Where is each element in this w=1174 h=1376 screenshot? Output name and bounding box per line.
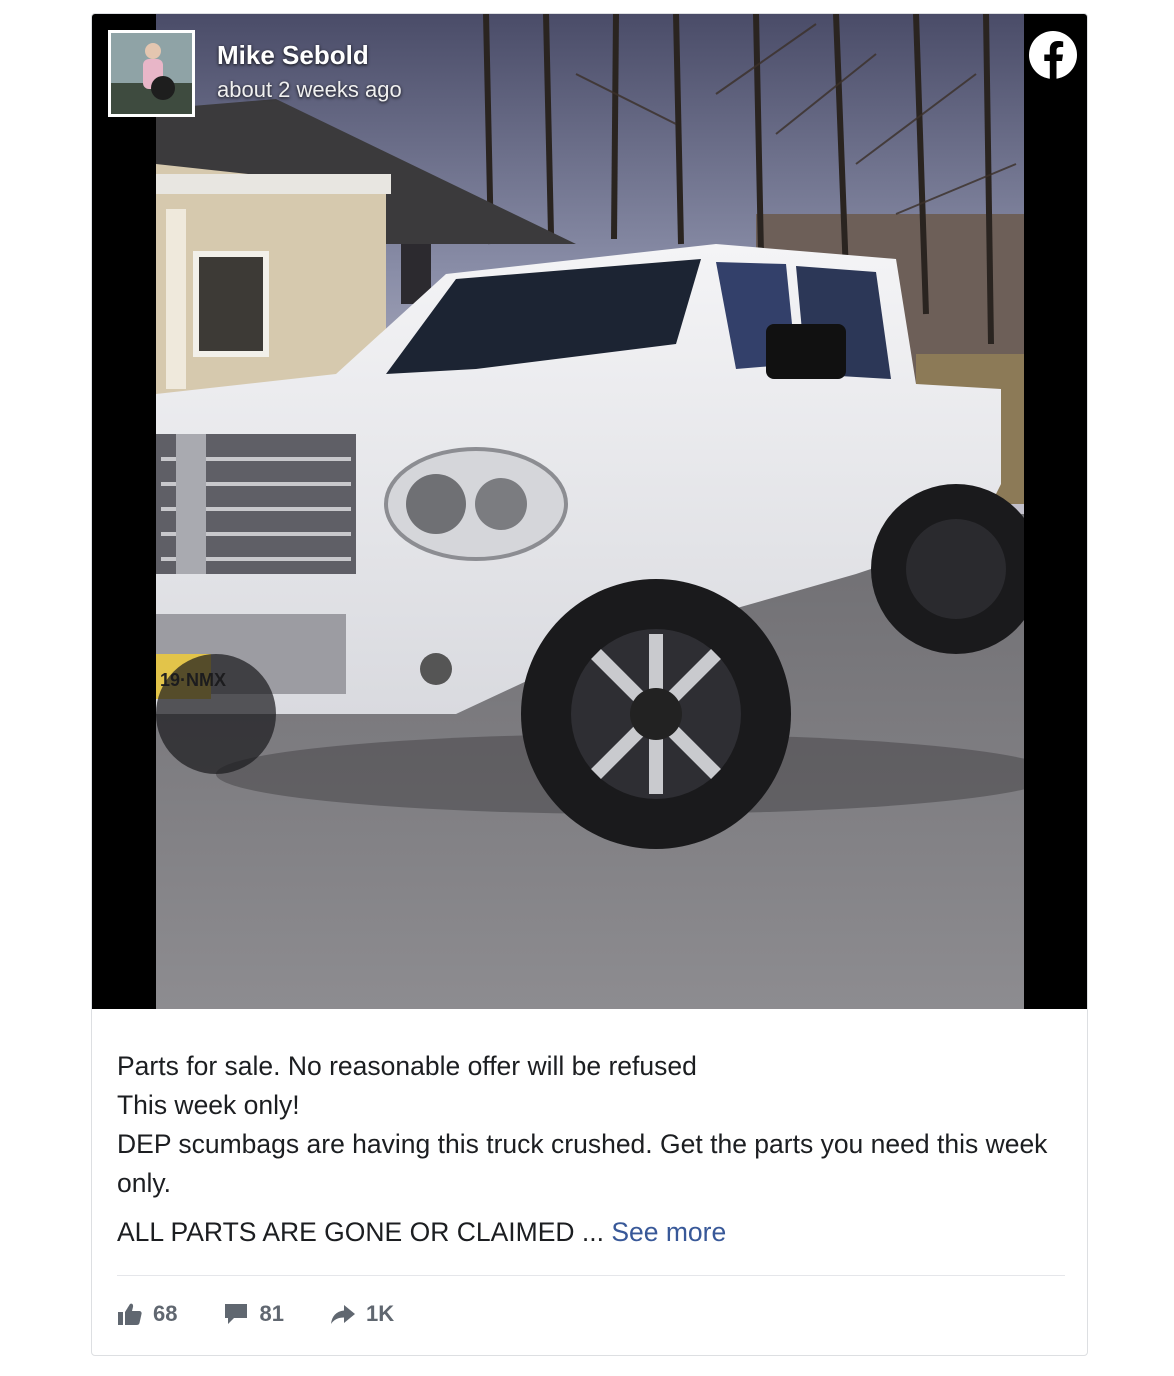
see-more-link[interactable]: See more	[611, 1217, 726, 1247]
divider	[117, 1275, 1065, 1276]
post-truncated-text: ALL PARTS ARE GONE OR CLAIMED ...	[117, 1217, 604, 1247]
post-line-4: ALL PARTS ARE GONE OR CLAIMED ... See mo…	[117, 1213, 1057, 1252]
post-media[interactable]: 19·NMX Mike Sebold a	[92, 14, 1087, 1009]
author-avatar[interactable]	[108, 30, 195, 117]
like-icon	[118, 1303, 142, 1325]
facebook-post-embed: 19·NMX Mike Sebold a	[91, 13, 1088, 1356]
post-line-1: Parts for sale. No reasonable offer will…	[117, 1051, 697, 1081]
share-count[interactable]: 1K	[330, 1301, 394, 1327]
comment-count-value: 81	[259, 1301, 284, 1326]
like-count-value: 68	[153, 1301, 178, 1326]
author-name[interactable]: Mike Sebold	[217, 40, 369, 71]
like-count[interactable]: 68	[117, 1301, 177, 1327]
post-line-3: DEP scumbags are having this truck crush…	[117, 1129, 1048, 1198]
engagement-bar: 68 81 1K	[117, 1297, 440, 1331]
comment-icon	[225, 1304, 248, 1324]
post-line-2: This week only!	[117, 1090, 300, 1120]
share-count-value: 1K	[365, 1301, 395, 1326]
post-text: Parts for sale. No reasonable offer will…	[117, 1047, 1057, 1252]
share-icon	[330, 1305, 355, 1324]
facebook-logo-icon[interactable]	[1028, 30, 1078, 80]
truck-photo[interactable]: 19·NMX	[156, 14, 1024, 1009]
comment-count[interactable]: 81	[223, 1301, 284, 1327]
post-timestamp[interactable]: about 2 weeks ago	[217, 77, 402, 103]
